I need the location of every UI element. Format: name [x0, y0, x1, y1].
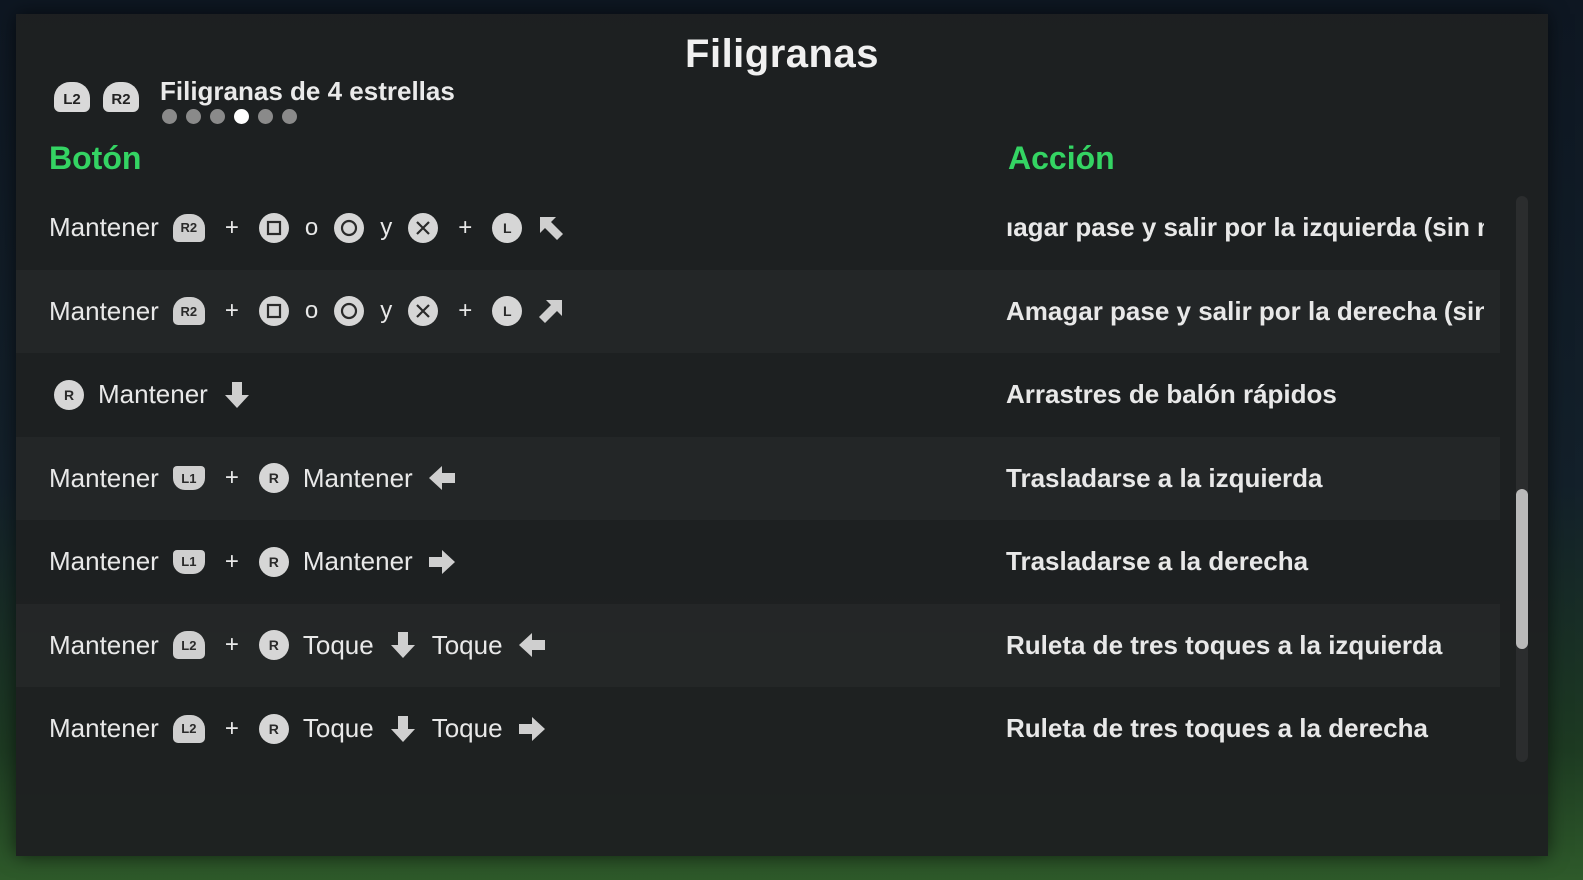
action-text: Ruleta de tres toques a la derecha — [1006, 713, 1428, 743]
plus-sign: + — [224, 297, 239, 325]
arrow-right-icon — [517, 714, 547, 744]
l1-bumper-icon: L1 — [172, 466, 205, 491]
arrow-up-left-icon — [536, 213, 566, 243]
r2-trigger-icon[interactable]: R2 — [103, 82, 139, 112]
plus-sign: + — [224, 631, 239, 659]
page-dot[interactable] — [162, 109, 177, 124]
category-label: Filigranas de 4 estrellas — [160, 76, 455, 106]
arrow-down-icon — [388, 630, 418, 660]
page-dot[interactable] — [258, 109, 273, 124]
action-text: Amagar pase y salir por la derecha (sin … — [1006, 295, 1484, 326]
skill-row[interactable]: Mantener L1 + R Mantener Trasladarse a l… — [16, 520, 1500, 604]
circle-icon — [334, 212, 365, 243]
hold-text: Mantener — [49, 546, 159, 577]
plus-sign: + — [224, 714, 239, 742]
action-text: Trasladarse a la derecha — [1006, 546, 1309, 576]
arrow-down-icon — [388, 714, 418, 744]
button-combo: Mantener L2 + R Toque Toque — [49, 687, 547, 771]
plus-sign: + — [458, 297, 473, 325]
right-stick-icon: R — [258, 463, 289, 494]
button-column-header: Botón — [49, 140, 142, 176]
hold-text: Mantener — [49, 629, 159, 660]
skill-moves-panel: Filigranas L2 R2 Filigranas de 4 estrell… — [16, 14, 1548, 856]
l2-trigger-icon[interactable]: L2 — [54, 82, 90, 112]
scrollbar-thumb[interactable] — [1516, 489, 1528, 649]
skill-row[interactable]: Mantener L2 + R Toque Toque Ruleta de tr… — [16, 604, 1500, 688]
page-dot[interactable] — [282, 109, 297, 124]
l1-bumper-icon: L1 — [172, 549, 205, 574]
action-column-header: Acción — [1008, 140, 1115, 176]
action-text: Arrastres de balón rápidos — [1006, 379, 1337, 409]
l2-trigger-icon: L2 — [172, 631, 205, 660]
skill-row[interactable]: Mantener R2 + o y + L ıagar pase y salir… — [16, 186, 1500, 270]
right-stick-icon: R — [258, 546, 289, 577]
page-title: Filigranas — [685, 32, 879, 76]
button-combo: Mantener L2 + R Toque Toque — [49, 604, 547, 688]
arrow-left-icon — [427, 463, 457, 493]
and-text: y — [380, 213, 393, 241]
cross-icon — [408, 296, 439, 327]
cross-icon — [408, 212, 439, 243]
button-combo: R Mantener — [54, 353, 252, 437]
r2-trigger-icon: R2 — [172, 213, 205, 242]
right-stick-icon: R — [258, 713, 289, 744]
plus-sign: + — [224, 464, 239, 492]
hold-text: Mantener — [49, 462, 159, 493]
circle-icon — [334, 296, 365, 327]
arrow-down-icon — [222, 380, 252, 410]
tap-text: Toque — [302, 713, 374, 744]
square-icon — [258, 212, 289, 243]
category-page-dots — [162, 109, 297, 124]
tap-text: Toque — [431, 629, 503, 660]
arrow-right-icon — [427, 547, 457, 577]
or-text: o — [304, 297, 319, 325]
page-dot[interactable] — [186, 109, 201, 124]
tap-text: Toque — [431, 713, 503, 744]
r2-trigger-icon: R2 — [172, 297, 205, 326]
hold-text: Mantener — [49, 295, 159, 326]
button-combo: Mantener R2 + o y + L — [49, 186, 566, 270]
action-text: Trasladarse a la izquierda — [1006, 462, 1323, 493]
arrow-up-right-icon — [536, 296, 566, 326]
skill-row[interactable]: R Mantener Arrastres de balón rápidos — [16, 353, 1500, 437]
tap-text: Toque — [302, 629, 374, 660]
plus-sign: + — [224, 547, 239, 575]
skill-row[interactable]: Mantener R2 + o y + L Amagar pase y sali… — [16, 270, 1500, 354]
left-stick-icon: L — [492, 296, 523, 327]
page-dot[interactable] — [210, 109, 225, 124]
hold-text: Mantener — [302, 546, 413, 577]
button-combo: Mantener L1 + R Mantener — [49, 520, 457, 604]
arrow-left-icon — [517, 630, 547, 660]
button-combo: Mantener R2 + o y + L — [49, 270, 566, 354]
action-text: Ruleta de tres toques a la izquierda — [1006, 629, 1443, 660]
action-text: ıagar pase y salir por la izquierda (sin… — [1006, 212, 1484, 242]
or-text: o — [304, 213, 319, 241]
scrollbar-track[interactable] — [1516, 196, 1528, 762]
l2-trigger-icon: L2 — [172, 714, 205, 743]
hold-text: Mantener — [49, 212, 159, 243]
and-text: y — [380, 297, 393, 325]
button-combo: Mantener L1 + R Mantener — [49, 437, 457, 521]
square-icon — [258, 296, 289, 327]
hold-text: Mantener — [98, 379, 208, 410]
right-stick-icon: R — [54, 379, 84, 410]
hold-text: Mantener — [49, 713, 159, 744]
page-dot-active[interactable] — [234, 109, 249, 124]
right-stick-icon: R — [258, 630, 289, 661]
skill-row[interactable]: Mantener L1 + R Mantener Trasladarse a l… — [16, 437, 1500, 521]
skill-row[interactable]: Mantener L2 + R Toque Toque Ruleta de tr… — [16, 687, 1500, 771]
left-stick-icon: L — [492, 212, 523, 243]
plus-sign: + — [224, 213, 239, 241]
plus-sign: + — [458, 213, 473, 241]
skill-list: Mantener R2 + o y + L ıagar pase y salir… — [16, 186, 1500, 771]
hold-text: Mantener — [302, 462, 413, 493]
